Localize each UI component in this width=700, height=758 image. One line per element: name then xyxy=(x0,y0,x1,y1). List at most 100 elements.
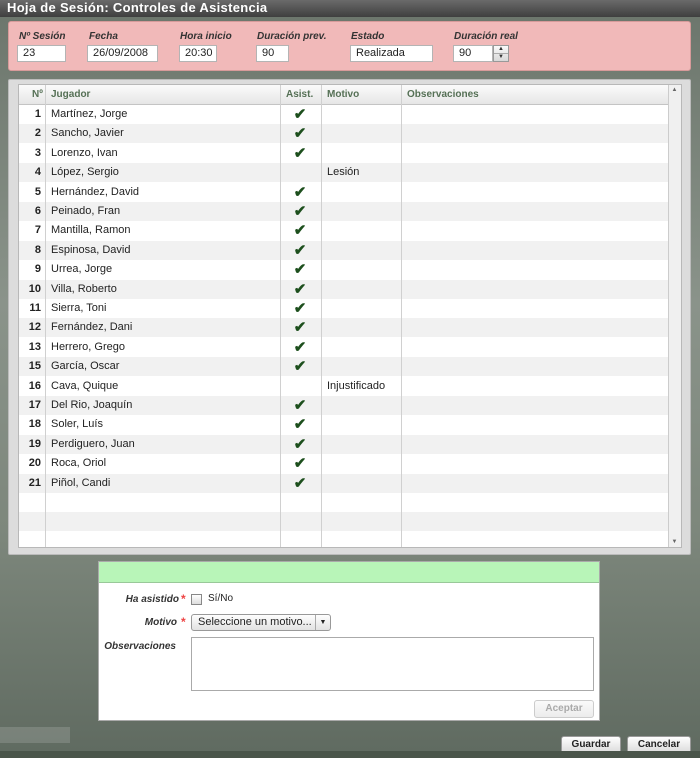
asistido-checkbox[interactable] xyxy=(191,594,202,605)
duracion-prev-label: Duración prev. xyxy=(257,31,327,42)
column-divider xyxy=(45,85,46,547)
check-icon: ✔ xyxy=(293,435,307,453)
scroll-up-icon[interactable]: ▲ xyxy=(669,85,680,95)
cell-num: 21 xyxy=(28,476,41,489)
check-icon: ✔ xyxy=(293,203,307,220)
cell-jugador: Sancho, Javier xyxy=(51,127,124,140)
cell-num: 5 xyxy=(34,185,41,198)
spinner-down-icon[interactable]: ▼ xyxy=(494,53,508,61)
table-row[interactable]: 19 Perdiguero, Juan ✔ xyxy=(19,434,671,454)
check-icon: ✔ xyxy=(293,300,307,317)
check-icon: ✔ xyxy=(293,474,307,492)
cell-num: 16 xyxy=(28,379,41,392)
form-header-band xyxy=(99,562,599,583)
duracion-real-label: Duración real xyxy=(454,31,518,42)
table-row[interactable]: 18 Soler, Luís ✔ xyxy=(19,415,671,434)
cell-num: 1 xyxy=(34,108,41,120)
check-icon: ✔ xyxy=(293,416,307,434)
table-row[interactable]: 3 Lorenzo, Ivan ✔ xyxy=(19,144,671,163)
sesion-label: Nº Sesión xyxy=(19,31,66,42)
attendance-grid-panel: Nº Jugador Asist. Motivo Observaciones 1… xyxy=(8,79,691,555)
hora-input[interactable]: 20:30 xyxy=(179,45,217,62)
cell-motivo: Injustificado xyxy=(327,379,386,392)
required-asterisk-icon: * xyxy=(181,592,186,606)
column-divider xyxy=(401,85,402,547)
column-header-jugador[interactable]: Jugador xyxy=(46,85,280,104)
chevron-down-icon[interactable]: ▼ xyxy=(315,615,330,630)
scroll-down-icon[interactable]: ▼ xyxy=(669,537,680,547)
column-header-motivo[interactable]: Motivo xyxy=(322,85,402,104)
cell-num: 12 xyxy=(28,321,41,334)
table-row[interactable]: 2 Sancho, Javier ✔ xyxy=(19,124,671,144)
table-row[interactable]: 12 Fernández, Dani ✔ xyxy=(19,318,671,338)
motivo-select-value: Seleccione un motivo... xyxy=(198,616,312,628)
sesion-input[interactable]: 23 xyxy=(17,45,66,62)
cell-num: 8 xyxy=(34,243,41,256)
table-row[interactable]: 7 Mantilla, Ramon ✔ xyxy=(19,221,671,240)
check-icon: ✔ xyxy=(293,144,307,162)
table-row[interactable]: 16 Cava, Quique Injustificado xyxy=(19,377,671,396)
attendance-grid: Nº Jugador Asist. Motivo Observaciones 1… xyxy=(18,84,682,548)
estado-label: Estado xyxy=(351,31,385,42)
status-bar xyxy=(0,751,700,758)
cell-num: 13 xyxy=(28,340,41,353)
table-row[interactable]: 8 Espinosa, David ✔ xyxy=(19,240,671,260)
check-icon: ✔ xyxy=(293,183,307,201)
table-row xyxy=(19,532,671,547)
asistido-yes-no-text: Sí/No xyxy=(208,593,234,604)
cell-num: 7 xyxy=(34,224,41,237)
duracion-real-spinner[interactable]: ▲ ▼ xyxy=(493,45,509,62)
motivo-select[interactable]: Seleccione un motivo... ▼ xyxy=(191,614,331,631)
cell-jugador: Peinado, Fran xyxy=(51,205,121,217)
check-icon: ✔ xyxy=(293,125,307,143)
cell-num: 3 xyxy=(34,146,41,159)
check-icon xyxy=(282,377,318,396)
background-panel xyxy=(0,727,70,743)
check-icon: ✔ xyxy=(293,261,307,279)
cell-jugador: García, Oscar xyxy=(51,360,120,373)
table-row[interactable]: 5 Hernández, David ✔ xyxy=(19,183,671,202)
table-row[interactable]: 17 Del Rio, Joaquín ✔ xyxy=(19,396,671,415)
aceptar-button[interactable]: Aceptar xyxy=(534,700,594,718)
table-row[interactable]: 20 Roca, Oriol ✔ xyxy=(19,454,671,473)
window-title: Hoja de Sesión: Controles de Asistencia xyxy=(0,0,700,17)
fecha-input[interactable]: 26/09/2008 xyxy=(87,45,158,62)
check-icon xyxy=(282,163,318,182)
check-icon: ✔ xyxy=(293,222,307,240)
observaciones-textarea[interactable] xyxy=(191,637,594,691)
table-row[interactable]: 6 Peinado, Fran ✔ xyxy=(19,202,671,221)
estado-input[interactable]: Realizada xyxy=(350,45,433,62)
table-row xyxy=(19,512,671,532)
grid-scrollbar[interactable]: ▲ ▼ xyxy=(668,85,681,547)
table-row[interactable]: 15 García, Oscar ✔ xyxy=(19,357,671,377)
spinner-up-icon[interactable]: ▲ xyxy=(494,46,508,53)
check-icon: ✔ xyxy=(293,106,307,123)
cell-num: 10 xyxy=(28,282,41,295)
column-divider xyxy=(280,85,281,547)
check-icon: ✔ xyxy=(293,319,307,337)
motivo-label: Motivo xyxy=(144,617,177,628)
table-row[interactable]: 4 López, Sergio Lesión xyxy=(19,163,671,183)
required-asterisk-icon: * xyxy=(181,615,186,629)
column-header-observaciones[interactable]: Observaciones xyxy=(402,85,662,104)
cell-num: 18 xyxy=(28,418,41,431)
duracion-real-input[interactable]: 90 xyxy=(453,45,493,62)
cell-jugador: Piñol, Candi xyxy=(51,476,111,489)
fecha-label: Fecha xyxy=(89,31,118,42)
attendance-edit-form: Ha asistido * Sí/No Motivo * Seleccione … xyxy=(98,561,600,721)
table-row[interactable]: 10 Villa, Roberto ✔ xyxy=(19,279,671,299)
duracion-prev-input[interactable]: 90 xyxy=(256,45,289,62)
hora-label: Hora inicio xyxy=(180,31,232,42)
cell-num: 4 xyxy=(34,166,41,179)
table-row[interactable]: 21 Piñol, Candi ✔ xyxy=(19,473,671,493)
cell-jugador: López, Sergio xyxy=(51,166,119,179)
table-row[interactable]: 9 Urrea, Jorge ✔ xyxy=(19,260,671,279)
cell-num: 11 xyxy=(29,302,41,314)
table-row[interactable]: 13 Herrero, Grego ✔ xyxy=(19,338,671,357)
cell-num: 19 xyxy=(28,437,41,450)
cell-jugador: Cava, Quique xyxy=(51,379,119,392)
cell-num: 6 xyxy=(34,205,41,217)
table-row[interactable]: 11 Sierra, Toni ✔ xyxy=(19,299,671,318)
column-header-asist[interactable]: Asist. xyxy=(281,85,321,104)
table-row[interactable]: 1 Martínez, Jorge ✔ xyxy=(19,105,671,124)
